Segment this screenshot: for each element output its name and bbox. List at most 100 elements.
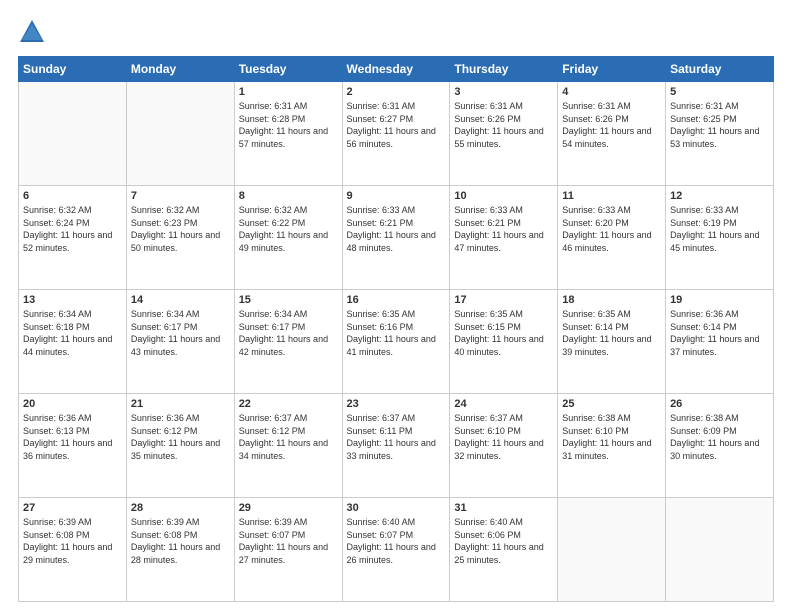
calendar-week-0: 1Sunrise: 6:31 AM Sunset: 6:28 PM Daylig… xyxy=(19,82,774,186)
calendar-cell xyxy=(558,498,666,602)
day-number: 24 xyxy=(454,398,553,410)
day-number: 10 xyxy=(454,190,553,202)
calendar-cell: 15Sunrise: 6:34 AM Sunset: 6:17 PM Dayli… xyxy=(234,290,342,394)
day-number: 21 xyxy=(131,398,230,410)
day-info: Sunrise: 6:31 AM Sunset: 6:27 PM Dayligh… xyxy=(347,100,446,150)
calendar-week-2: 13Sunrise: 6:34 AM Sunset: 6:18 PM Dayli… xyxy=(19,290,774,394)
calendar-cell xyxy=(126,82,234,186)
day-info: Sunrise: 6:34 AM Sunset: 6:17 PM Dayligh… xyxy=(131,308,230,358)
day-number: 18 xyxy=(562,294,661,306)
calendar-cell: 19 Sunrise: 6:36 AM Sunset: 6:14 PM Dayli… xyxy=(666,290,774,394)
day-info: Sunrise: 6:33 AM Sunset: 6:19 PM Dayligh… xyxy=(670,204,769,254)
day-number: 12 xyxy=(670,190,769,202)
day-info: Sunrise: 6:36 AM Sunset: 6:14 PM Dayligh… xyxy=(670,308,769,358)
calendar-cell: 1Sunrise: 6:31 AM Sunset: 6:28 PM Daylig… xyxy=(234,82,342,186)
day-number: 16 xyxy=(347,294,446,306)
calendar-cell: 4 Sunrise: 6:31 AM Sunset: 6:26 PM Daylig… xyxy=(558,82,666,186)
calendar-cell: 31 Sunrise: 6:40 AM Sunset: 6:06 PM Dayli… xyxy=(450,498,558,602)
day-number: 31 xyxy=(454,502,553,514)
calendar-cell: 8 Sunrise: 6:32 AM Sunset: 6:22 PM Daylig… xyxy=(234,186,342,290)
day-number: 30 xyxy=(347,502,446,514)
day-info: Sunrise: 6:32 AM Sunset: 6:22 PM Dayligh… xyxy=(239,204,338,254)
day-info: Sunrise: 6:31 AM Sunset: 6:25 PM Dayligh… xyxy=(670,100,769,150)
day-info: Sunrise: 6:37 AM Sunset: 6:10 PM Dayligh… xyxy=(454,412,553,462)
day-number: 13 xyxy=(23,294,122,306)
day-number: 7 xyxy=(131,190,230,202)
day-info: Sunrise: 6:33 AM Sunset: 6:20 PM Dayligh… xyxy=(562,204,661,254)
calendar-cell: 17 Sunrise: 6:35 AM Sunset: 6:15 PM Dayli… xyxy=(450,290,558,394)
calendar-cell: 16 Sunrise: 6:35 AM Sunset: 6:16 PM Dayli… xyxy=(342,290,450,394)
day-number: 8 xyxy=(239,190,338,202)
calendar-cell: 3Sunrise: 6:31 AM Sunset: 6:26 PM Daylig… xyxy=(450,82,558,186)
day-info: Sunrise: 6:36 AM Sunset: 6:13 PM Dayligh… xyxy=(23,412,122,462)
day-info: Sunrise: 6:34 AM Sunset: 6:17 PM Dayligh… xyxy=(239,308,338,358)
day-info: Sunrise: 6:35 AM Sunset: 6:15 PM Dayligh… xyxy=(454,308,553,358)
day-number: 20 xyxy=(23,398,122,410)
calendar-cell: 21 Sunrise: 6:36 AM Sunset: 6:12 PM Dayli… xyxy=(126,394,234,498)
calendar-cell: 20 Sunrise: 6:36 AM Sunset: 6:13 PM Dayli… xyxy=(19,394,127,498)
logo xyxy=(18,18,48,46)
calendar-cell: 24 Sunrise: 6:37 AM Sunset: 6:10 PM Dayli… xyxy=(450,394,558,498)
calendar-header-wednesday: Wednesday xyxy=(342,57,450,82)
day-number: 3 xyxy=(454,86,553,98)
day-info: Sunrise: 6:32 AM Sunset: 6:24 PM Dayligh… xyxy=(23,204,122,254)
day-number: 4 xyxy=(562,86,661,98)
calendar-cell: 18 Sunrise: 6:35 AM Sunset: 6:14 PM Dayli… xyxy=(558,290,666,394)
day-number: 26 xyxy=(670,398,769,410)
day-number: 27 xyxy=(23,502,122,514)
day-info: Sunrise: 6:40 AM Sunset: 6:06 PM Dayligh… xyxy=(454,516,553,566)
calendar-cell: 10Sunrise: 6:33 AM Sunset: 6:21 PM Dayli… xyxy=(450,186,558,290)
day-info: Sunrise: 6:35 AM Sunset: 6:14 PM Dayligh… xyxy=(562,308,661,358)
day-info: Sunrise: 6:37 AM Sunset: 6:11 PM Dayligh… xyxy=(347,412,446,462)
day-number: 5 xyxy=(670,86,769,98)
day-number: 6 xyxy=(23,190,122,202)
day-number: 14 xyxy=(131,294,230,306)
day-info: Sunrise: 6:33 AM Sunset: 6:21 PM Dayligh… xyxy=(347,204,446,254)
calendar-header-thursday: Thursday xyxy=(450,57,558,82)
day-info: Sunrise: 6:39 AM Sunset: 6:08 PM Dayligh… xyxy=(131,516,230,566)
day-number: 25 xyxy=(562,398,661,410)
day-info: Sunrise: 6:35 AM Sunset: 6:16 PM Dayligh… xyxy=(347,308,446,358)
calendar-cell: 7 Sunrise: 6:32 AM Sunset: 6:23 PM Daylig… xyxy=(126,186,234,290)
day-number: 17 xyxy=(454,294,553,306)
day-info: Sunrise: 6:37 AM Sunset: 6:12 PM Dayligh… xyxy=(239,412,338,462)
day-info: Sunrise: 6:38 AM Sunset: 6:10 PM Dayligh… xyxy=(562,412,661,462)
day-info: Sunrise: 6:40 AM Sunset: 6:07 PM Dayligh… xyxy=(347,516,446,566)
day-info: Sunrise: 6:31 AM Sunset: 6:26 PM Dayligh… xyxy=(562,100,661,150)
calendar-cell: 29 Sunrise: 6:39 AM Sunset: 6:07 PM Dayli… xyxy=(234,498,342,602)
day-number: 29 xyxy=(239,502,338,514)
calendar-cell xyxy=(666,498,774,602)
day-info: Sunrise: 6:36 AM Sunset: 6:12 PM Dayligh… xyxy=(131,412,230,462)
day-number: 22 xyxy=(239,398,338,410)
day-info: Sunrise: 6:39 AM Sunset: 6:07 PM Dayligh… xyxy=(239,516,338,566)
calendar-cell: 30 Sunrise: 6:40 AM Sunset: 6:07 PM Dayli… xyxy=(342,498,450,602)
calendar-header-friday: Friday xyxy=(558,57,666,82)
day-number: 2 xyxy=(347,86,446,98)
day-info: Sunrise: 6:32 AM Sunset: 6:23 PM Dayligh… xyxy=(131,204,230,254)
calendar-cell: 25 Sunrise: 6:38 AM Sunset: 6:10 PM Dayli… xyxy=(558,394,666,498)
day-number: 28 xyxy=(131,502,230,514)
calendar-cell: 28 Sunrise: 6:39 AM Sunset: 6:08 PM Dayli… xyxy=(126,498,234,602)
calendar-week-3: 20 Sunrise: 6:36 AM Sunset: 6:13 PM Dayli… xyxy=(19,394,774,498)
calendar-week-4: 27 Sunrise: 6:39 AM Sunset: 6:08 PM Dayli… xyxy=(19,498,774,602)
calendar-header-monday: Monday xyxy=(126,57,234,82)
day-number: 9 xyxy=(347,190,446,202)
calendar-cell: 12 Sunrise: 6:33 AM Sunset: 6:19 PM Dayli… xyxy=(666,186,774,290)
logo-icon xyxy=(18,18,46,46)
calendar-cell: 26 Sunrise: 6:38 AM Sunset: 6:09 PM Dayli… xyxy=(666,394,774,498)
calendar-cell: 2 Sunrise: 6:31 AM Sunset: 6:27 PM Daylig… xyxy=(342,82,450,186)
day-info: Sunrise: 6:31 AM Sunset: 6:28 PM Dayligh… xyxy=(239,100,338,150)
calendar-cell: 6 Sunrise: 6:32 AM Sunset: 6:24 PM Daylig… xyxy=(19,186,127,290)
calendar-cell: 13Sunrise: 6:34 AM Sunset: 6:18 PM Dayli… xyxy=(19,290,127,394)
calendar-cell xyxy=(19,82,127,186)
calendar-header-saturday: Saturday xyxy=(666,57,774,82)
day-info: Sunrise: 6:39 AM Sunset: 6:08 PM Dayligh… xyxy=(23,516,122,566)
day-info: Sunrise: 6:38 AM Sunset: 6:09 PM Dayligh… xyxy=(670,412,769,462)
day-number: 11 xyxy=(562,190,661,202)
calendar-cell: 14 Sunrise: 6:34 AM Sunset: 6:17 PM Dayli… xyxy=(126,290,234,394)
calendar-header-sunday: Sunday xyxy=(19,57,127,82)
calendar-cell: 9 Sunrise: 6:33 AM Sunset: 6:21 PM Daylig… xyxy=(342,186,450,290)
header xyxy=(18,18,774,46)
day-number: 19 xyxy=(670,294,769,306)
calendar-table: SundayMondayTuesdayWednesdayThursdayFrid… xyxy=(18,56,774,602)
